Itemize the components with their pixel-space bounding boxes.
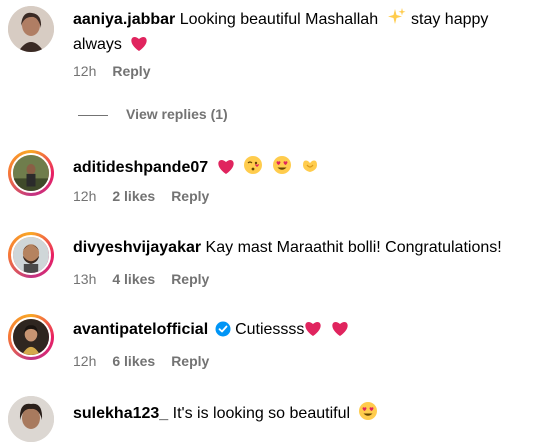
username[interactable]: aaniya.jabbar — [73, 11, 175, 28]
heart-eyes-icon — [272, 155, 292, 182]
comment-meta: 12h 2 likes Reply — [73, 187, 225, 205]
red-heart-icon — [217, 158, 235, 182]
comment-meta: 12h Reply — [73, 62, 166, 80]
avatar[interactable] — [8, 232, 54, 278]
heart-hands-icon — [300, 155, 320, 182]
avatar[interactable] — [8, 314, 54, 360]
avatar-photo — [8, 396, 54, 442]
comment-meta: 13h 4 likes Reply — [73, 270, 225, 288]
view-replies-button[interactable]: View replies (1) — [78, 106, 228, 122]
username[interactable]: avantipatelofficial — [73, 321, 208, 338]
avatar[interactable] — [8, 6, 54, 52]
reply-button[interactable]: Reply — [171, 271, 209, 287]
comment-body: It's is looking so beautiful — [172, 405, 351, 422]
divider-line — [78, 114, 108, 116]
username[interactable]: divyeshvijayakar — [73, 239, 201, 256]
red-heart-icon — [331, 320, 349, 344]
avatar[interactable] — [8, 150, 54, 196]
username[interactable]: aditideshpande07 — [73, 159, 208, 176]
face-blowing-kiss-icon — [243, 155, 263, 182]
sparkles-icon — [387, 7, 407, 34]
comment-body: Looking beautiful Mashallah — [179, 11, 379, 28]
comment-body: Kay mast Maraathit bolli! Congratulation… — [205, 239, 502, 256]
comment-body: Cutiessss — [235, 321, 305, 338]
comment-text: sulekha123_ It's is looking so beautiful — [73, 401, 539, 428]
likes-count[interactable]: 4 likes — [112, 271, 155, 287]
timestamp: 12h — [73, 188, 97, 204]
comment-text: avantipatelofficial Cutiessss — [73, 319, 539, 344]
reply-button[interactable]: Reply — [171, 353, 209, 369]
timestamp: 13h — [73, 271, 97, 287]
reply-button[interactable]: Reply — [171, 188, 209, 204]
view-replies-label: View replies (1) — [126, 106, 228, 122]
red-heart-icon — [304, 320, 322, 344]
red-heart-icon — [130, 35, 148, 59]
verified-badge-icon — [215, 321, 231, 344]
avatar-photo — [13, 155, 49, 191]
avatar-photo — [13, 237, 49, 273]
reply-button[interactable]: Reply — [112, 63, 150, 79]
comment-text: divyeshvijayakar Kay mast Maraathit boll… — [73, 237, 539, 259]
comment-body-continued: stay happy — [411, 11, 489, 28]
timestamp: 12h — [73, 63, 97, 79]
likes-count[interactable]: 6 likes — [112, 353, 155, 369]
comment-body-line2: always — [73, 36, 122, 53]
comment-meta: 12h 6 likes Reply — [73, 352, 225, 370]
avatar-photo — [13, 319, 49, 355]
heart-eyes-icon — [358, 401, 378, 428]
timestamp: 12h — [73, 353, 97, 369]
comment-text: aaniya.jabbar Looking beautiful Mashalla… — [73, 7, 539, 59]
avatar-photo — [8, 6, 54, 52]
avatar[interactable] — [8, 396, 54, 442]
likes-count[interactable]: 2 likes — [112, 188, 155, 204]
username[interactable]: sulekha123_ — [73, 405, 168, 422]
comment-text: aditideshpande07 — [73, 155, 539, 182]
